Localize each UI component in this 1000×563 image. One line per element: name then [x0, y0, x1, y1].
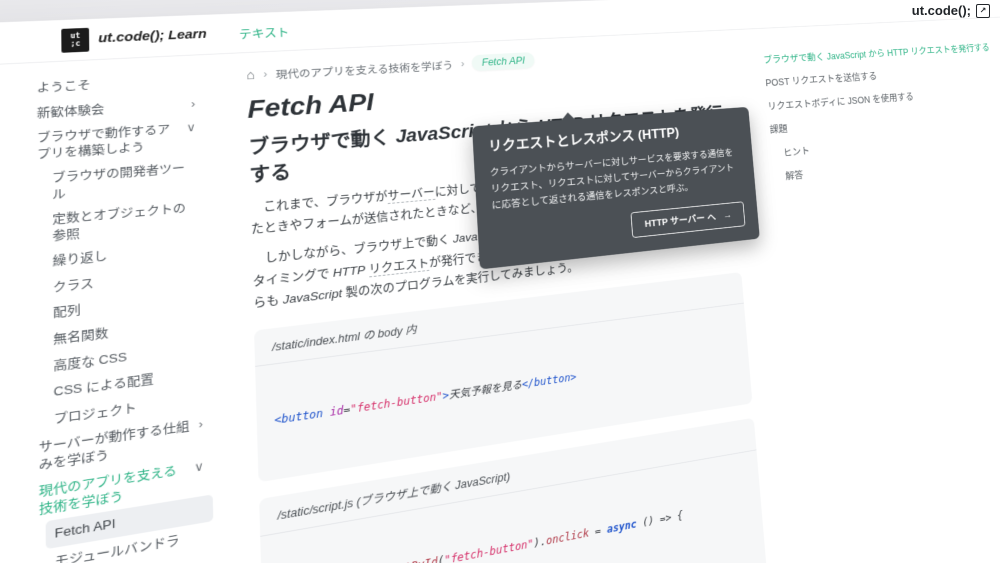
- lesson-sidebar: ようこそ 新歓体験会 › ブラウザで動作するアプリを構築しよう ∨ ブラウザの開…: [0, 55, 224, 563]
- breadcrumb-current-chip[interactable]: Fetch API: [471, 52, 535, 71]
- utcode-logo[interactable]: ut ;c: [61, 27, 89, 52]
- breadcrumb-separator: ›: [263, 68, 267, 80]
- chevron-down-icon: ∨: [194, 458, 204, 476]
- home-icon[interactable]: ⌂: [246, 68, 255, 81]
- code-line: <button id="fetch-button">天気予報を見る</butto…: [274, 347, 735, 431]
- learn-site-page: ut ;c ut.code(); Learn テキスト ようこそ 新歓体験会 ›…: [0, 0, 1000, 563]
- arrow-right-icon: →: [723, 211, 732, 221]
- tooltip-arrow-icon: [561, 112, 576, 121]
- utcode-site-label: ut.code();: [912, 3, 971, 18]
- chevron-right-icon: ›: [191, 96, 196, 112]
- http-server-button[interactable]: HTTP サーバー へ →: [630, 202, 745, 239]
- nav-link-text[interactable]: テキスト: [239, 23, 290, 42]
- chevron-down-icon: ∨: [186, 120, 196, 136]
- table-of-contents: ブラウザで動く JavaScript から HTTP リクエストを発行する PO…: [742, 17, 1000, 197]
- tooltip-body: クライアントからサーバーに対しサービスを要求する通信をリクエスト、リクエストに対…: [489, 145, 742, 215]
- utcode-site-link[interactable]: ut.code(); ↗: [912, 3, 990, 18]
- desktop-background: ut.code(); ↗ ut ;c ut.code(); Learn テキスト…: [0, 0, 1000, 563]
- chevron-right-icon: ›: [198, 416, 203, 433]
- breadcrumb-separator: ›: [460, 58, 464, 69]
- breadcrumb-section-link[interactable]: 現代のアプリを支える技術を学ぼう: [275, 57, 453, 82]
- external-link-icon: ↗: [976, 4, 990, 18]
- lesson-content: ⌂ › 現代のアプリを支える技術を学ぼう › Fetch API Fetch A…: [211, 30, 805, 563]
- site-brand[interactable]: ut.code(); Learn: [98, 27, 207, 45]
- perspective-scene: ut ;c ut.code(); Learn テキスト ようこそ 新歓体験会 ›…: [0, 0, 1000, 563]
